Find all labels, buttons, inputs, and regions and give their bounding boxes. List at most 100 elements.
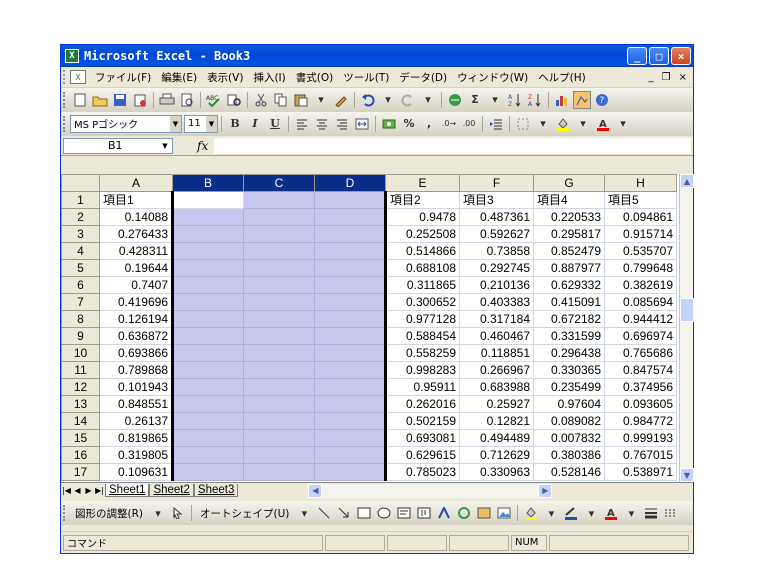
font-color-icon[interactable]: A xyxy=(602,504,620,522)
row-header[interactable]: 7 xyxy=(61,293,100,311)
font-name-select[interactable]: MS Pゴシック ▼ xyxy=(70,114,182,133)
cell[interactable]: 項目2 xyxy=(385,191,460,209)
row-header[interactable]: 11 xyxy=(61,361,100,379)
chevron-down-icon[interactable]: ▾ xyxy=(622,504,640,522)
cell[interactable]: 0.592627 xyxy=(459,225,534,243)
dash-style-icon[interactable] xyxy=(662,504,680,522)
cell[interactable] xyxy=(314,395,387,413)
row-header[interactable]: 13 xyxy=(61,395,100,413)
cell[interactable] xyxy=(243,429,315,447)
cell[interactable]: 0.403383 xyxy=(459,293,534,311)
increase-indent-icon[interactable] xyxy=(487,115,505,133)
cell[interactable]: 0.12821 xyxy=(459,412,534,430)
sort-ascending-icon[interactable]: AZ xyxy=(506,91,524,109)
scroll-up-icon[interactable]: ▲ xyxy=(680,174,694,188)
last-sheet-icon[interactable]: ▶| xyxy=(94,486,105,495)
cell[interactable]: 0.558259 xyxy=(385,344,460,362)
row-header[interactable]: 17 xyxy=(61,463,100,481)
cell[interactable] xyxy=(171,225,244,243)
cell[interactable]: 0.317184 xyxy=(459,310,534,328)
cell[interactable]: 0.295817 xyxy=(533,225,605,243)
underline-button[interactable]: U xyxy=(266,115,284,133)
menu-help[interactable]: ヘルプ(H) xyxy=(533,70,591,85)
chevron-down-icon[interactable]: ▼ xyxy=(206,115,217,132)
cell[interactable]: 0.101943 xyxy=(99,378,173,396)
cell[interactable] xyxy=(314,259,387,277)
research-icon[interactable] xyxy=(225,91,243,109)
picture-icon[interactable] xyxy=(495,504,513,522)
line-color-icon[interactable] xyxy=(562,504,580,522)
column-header[interactable]: B xyxy=(172,174,244,192)
format-painter-icon[interactable] xyxy=(332,91,350,109)
cell-table[interactable]: A B C D E F G H 1 項目1 項目2 項目3 項目4 項目5 2 0.14088… xyxy=(61,174,677,481)
row-header[interactable]: 1 xyxy=(61,191,100,209)
cell[interactable] xyxy=(314,412,387,430)
chevron-down-icon[interactable]: ▾ xyxy=(534,115,552,133)
row-header[interactable]: 14 xyxy=(61,412,100,430)
cell[interactable]: 0.629615 xyxy=(385,446,460,464)
cell[interactable] xyxy=(243,259,315,277)
toolbar-grip[interactable] xyxy=(63,505,66,521)
close-button[interactable]: × xyxy=(671,47,691,65)
textbox-icon[interactable] xyxy=(395,504,413,522)
cell[interactable]: 項目1 xyxy=(99,191,173,209)
cell[interactable] xyxy=(243,276,315,294)
align-right-icon[interactable] xyxy=(333,115,351,133)
cell[interactable]: 0.118851 xyxy=(459,344,534,362)
cell[interactable]: 0.252508 xyxy=(385,225,460,243)
chevron-down-icon[interactable]: ▼ xyxy=(158,139,172,153)
row-header[interactable]: 16 xyxy=(61,446,100,464)
cell[interactable]: 項目3 xyxy=(459,191,534,209)
chevron-down-icon[interactable]: ▾ xyxy=(149,504,167,522)
redo-icon[interactable] xyxy=(399,91,417,109)
cell[interactable]: 0.998283 xyxy=(385,361,460,379)
toolbar-grip[interactable] xyxy=(63,115,66,132)
cell[interactable]: 0.789868 xyxy=(99,361,173,379)
cell[interactable] xyxy=(171,276,244,294)
row-header[interactable]: 12 xyxy=(61,378,100,396)
save-icon[interactable] xyxy=(111,91,129,109)
cell[interactable]: 0.693866 xyxy=(99,344,173,362)
row-header[interactable]: 15 xyxy=(61,429,100,447)
cell[interactable]: 0.636872 xyxy=(99,327,173,345)
vertical-textbox-icon[interactable] xyxy=(415,504,433,522)
wordart-icon[interactable] xyxy=(435,504,453,522)
cell[interactable]: 0.094861 xyxy=(604,208,677,226)
cell[interactable] xyxy=(314,293,387,311)
worksheet-grid[interactable]: A B C D E F G H 1 項目1 項目2 項目3 項目4 項目5 2 0.14088… xyxy=(61,174,693,482)
menu-edit[interactable]: 編集(E) xyxy=(156,70,202,85)
currency-icon[interactable] xyxy=(380,115,398,133)
menu-insert[interactable]: 挿入(I) xyxy=(248,70,290,85)
cell[interactable]: 0.915714 xyxy=(604,225,677,243)
draw-menu[interactable]: 図形の調整(R) xyxy=(70,506,148,521)
cell[interactable] xyxy=(314,276,387,294)
undo-icon[interactable] xyxy=(359,91,377,109)
cell[interactable] xyxy=(171,412,244,430)
cell[interactable]: 0.97604 xyxy=(533,395,605,413)
cell[interactable]: 0.25927 xyxy=(459,395,534,413)
cell[interactable] xyxy=(314,225,387,243)
sort-descending-icon[interactable]: ZA xyxy=(526,91,544,109)
cell[interactable]: 0.848551 xyxy=(99,395,173,413)
cell[interactable] xyxy=(171,429,244,447)
column-header[interactable]: F xyxy=(459,174,534,192)
cell[interactable]: 0.292745 xyxy=(459,259,534,277)
fill-color-icon[interactable] xyxy=(522,504,540,522)
cell[interactable] xyxy=(243,378,315,396)
first-sheet-icon[interactable]: |◀ xyxy=(61,486,72,495)
formula-input[interactable] xyxy=(214,137,691,154)
cell[interactable]: 0.696974 xyxy=(604,327,677,345)
cell[interactable] xyxy=(243,293,315,311)
scroll-right-icon[interactable]: ▶ xyxy=(538,483,553,498)
column-header[interactable]: G xyxy=(533,174,605,192)
cell[interactable]: 0.109631 xyxy=(99,463,173,481)
cell[interactable]: 0.73858 xyxy=(459,242,534,260)
open-icon[interactable] xyxy=(91,91,109,109)
cell[interactable] xyxy=(314,242,387,260)
cell[interactable]: 0.26137 xyxy=(99,412,173,430)
diagram-icon[interactable] xyxy=(455,504,473,522)
cell[interactable]: 0.374956 xyxy=(604,378,677,396)
clipart-icon[interactable] xyxy=(475,504,493,522)
cell[interactable] xyxy=(171,191,244,209)
cell[interactable]: 項目5 xyxy=(604,191,677,209)
